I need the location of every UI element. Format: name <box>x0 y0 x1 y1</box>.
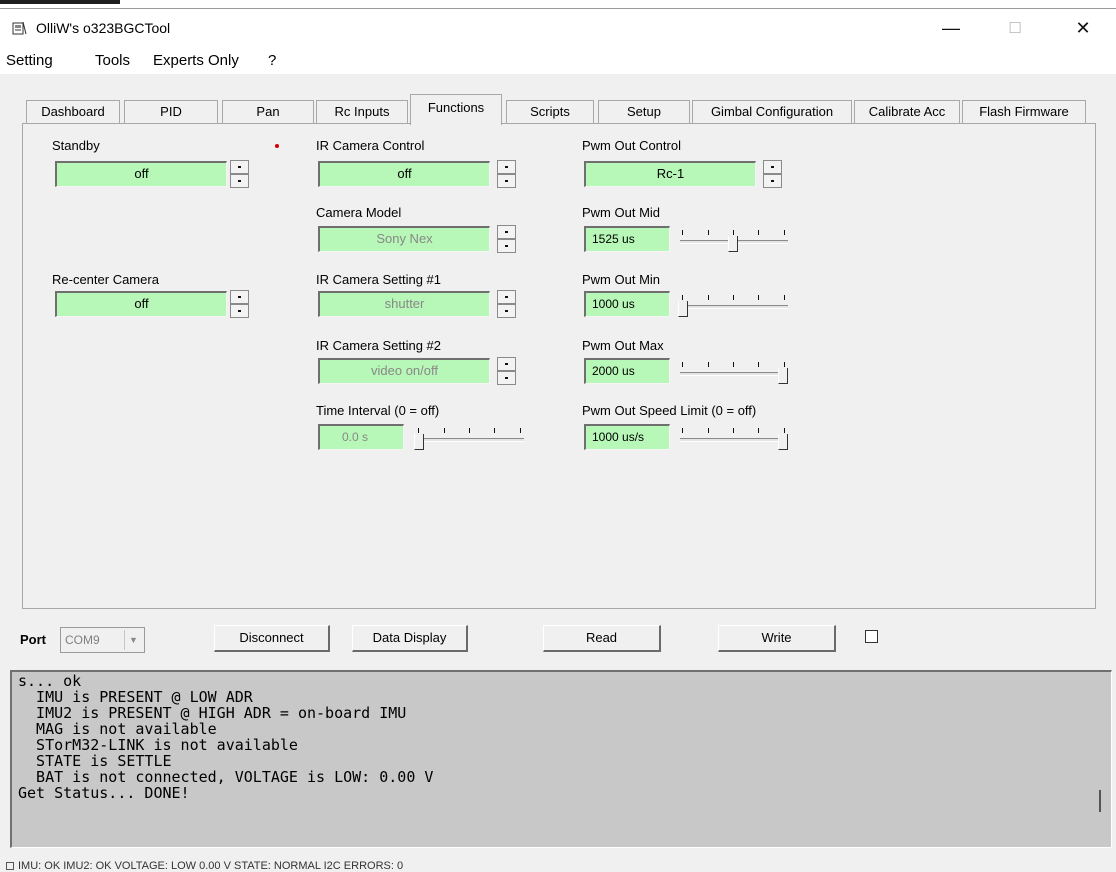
pwm-out-mid-slider-thumb[interactable] <box>728 236 738 252</box>
standby-spinner[interactable] <box>230 160 249 188</box>
console-line: STATE is SETTLE <box>18 752 172 770</box>
menu-tools[interactable]: Tools <box>95 52 130 69</box>
ir-camera-control-spinner[interactable] <box>497 160 516 188</box>
console-lines: s... ok IMU is PRESENT @ LOW ADR IMU2 is… <box>18 673 1111 801</box>
tab-flash-firmware[interactable]: Flash Firmware <box>962 100 1086 124</box>
recenter-spinner[interactable] <box>230 290 249 318</box>
tab-pid[interactable]: PID <box>124 100 218 124</box>
ir-setting1-field[interactable]: shutter <box>318 291 490 317</box>
ir-setting2-spinner[interactable] <box>497 357 516 385</box>
pwm-out-max-label: Pwm Out Max <box>582 338 664 353</box>
port-select[interactable]: COM9 ▼ <box>60 627 145 653</box>
status-bar: IMU: OK IMU2: OK VOLTAGE: LOW 0.00 V STA… <box>0 860 1116 872</box>
ir-setting1-spinner[interactable] <box>497 290 516 318</box>
status-text: IMU: OK IMU2: OK VOLTAGE: LOW 0.00 V STA… <box>18 860 404 872</box>
pwm-out-speed-slider-thumb[interactable] <box>778 434 788 450</box>
menu-help[interactable]: ? <box>268 52 276 69</box>
pwm-out-max-slider-thumb[interactable] <box>778 368 788 384</box>
console-line: IMU is PRESENT @ LOW ADR <box>18 688 253 706</box>
tab-dashboard[interactable]: Dashboard <box>26 100 120 124</box>
top-divider <box>0 8 1116 9</box>
console-line: Get Status... DONE! <box>18 784 190 802</box>
pwm-out-control-field[interactable]: Rc-1 <box>584 161 756 187</box>
menu-bar: Setting Tools Experts Only ? <box>0 46 1116 74</box>
client-area: Dashboard PID Pan Rc Inputs Functions Sc… <box>0 74 1116 872</box>
write-button[interactable]: Write <box>718 625 836 652</box>
pwm-out-max-slider[interactable] <box>678 360 790 386</box>
functions-panel <box>22 123 1096 609</box>
ir-setting2-field[interactable]: video on/off <box>318 358 490 384</box>
camera-model-spinner[interactable] <box>497 225 516 253</box>
console-line: MAG is not available <box>18 720 217 738</box>
data-display-button[interactable]: Data Display <box>352 625 468 652</box>
tab-rc-inputs[interactable]: Rc Inputs <box>316 100 408 124</box>
recenter-field[interactable]: off <box>55 291 227 317</box>
pwm-out-speed-field[interactable]: 1000 us/s <box>584 424 670 450</box>
top-strip <box>0 0 1116 10</box>
time-interval-label: Time Interval (0 = off) <box>316 403 440 418</box>
pwm-out-mid-label: Pwm Out Mid <box>582 205 661 220</box>
port-value: COM9 <box>65 633 100 647</box>
pwm-out-control-label: Pwm Out Control <box>582 138 681 153</box>
disconnect-button[interactable]: Disconnect <box>214 625 330 652</box>
close-button[interactable]: ✕ <box>1060 10 1106 46</box>
time-interval-slider[interactable] <box>414 426 526 452</box>
console-line: BAT is not connected, VOLTAGE is LOW: 0.… <box>18 768 434 786</box>
camera-model-field[interactable]: Sony Nex <box>318 226 490 252</box>
tab-pan[interactable]: Pan <box>222 100 314 124</box>
auto-write-checkbox[interactable] <box>865 630 878 643</box>
maximize-button[interactable]: ☐ <box>992 10 1038 46</box>
pwm-out-min-slider-thumb[interactable] <box>678 301 688 317</box>
pwm-out-max-field[interactable]: 2000 us <box>584 358 670 384</box>
app-icon <box>12 21 27 35</box>
console-caret <box>1099 790 1101 812</box>
title-bar: OlliW's o323BGCTool — ☐ ✕ <box>0 10 1116 46</box>
minimize-button[interactable]: — <box>928 10 974 46</box>
console-line: STorM32-LINK is not available <box>18 736 298 754</box>
ir-camera-control-label: IR Camera Control <box>316 138 425 153</box>
ir-setting2-label: IR Camera Setting #2 <box>316 338 442 353</box>
window-title: OlliW's o323BGCTool <box>36 20 171 36</box>
standby-field[interactable]: off <box>55 161 227 187</box>
console-output[interactable]: s... ok IMU is PRESENT @ LOW ADR IMU2 is… <box>10 670 1112 848</box>
status-indicator-icon <box>6 862 14 871</box>
read-button[interactable]: Read <box>543 625 661 652</box>
menu-experts-only[interactable]: Experts Only <box>153 52 239 69</box>
pwm-out-speed-slider[interactable] <box>678 426 790 452</box>
pwm-out-mid-field[interactable]: 1525 us <box>584 226 670 252</box>
console-line: IMU2 is PRESENT @ HIGH ADR = on-board IM… <box>18 704 407 722</box>
taskbar-fragment <box>0 0 120 4</box>
modified-indicator <box>275 144 279 148</box>
pwm-out-control-spinner[interactable] <box>763 160 782 188</box>
time-interval-field[interactable]: 0.0 s <box>318 424 404 450</box>
console-line: s... ok <box>18 672 82 690</box>
pwm-out-min-label: Pwm Out Min <box>582 272 661 287</box>
tab-calibrate-acc[interactable]: Calibrate Acc <box>854 100 960 124</box>
pwm-out-mid-slider[interactable] <box>678 228 790 254</box>
standby-label: Standby <box>52 138 100 153</box>
pwm-out-min-field[interactable]: 1000 us <box>584 291 670 317</box>
recenter-label: Re-center Camera <box>52 272 159 287</box>
tab-scripts[interactable]: Scripts <box>506 100 594 124</box>
ir-camera-control-field[interactable]: off <box>318 161 490 187</box>
pwm-out-min-slider[interactable] <box>678 293 790 319</box>
camera-model-label: Camera Model <box>316 205 402 220</box>
tab-setup[interactable]: Setup <box>598 100 690 124</box>
tab-gimbal-configuration[interactable]: Gimbal Configuration <box>692 100 852 124</box>
tab-functions[interactable]: Functions <box>410 94 502 125</box>
menu-setting[interactable]: Setting <box>6 52 53 69</box>
chevron-down-icon[interactable]: ▼ <box>124 630 142 650</box>
time-interval-slider-thumb[interactable] <box>414 434 424 450</box>
ir-setting1-label: IR Camera Setting #1 <box>316 272 442 287</box>
port-label: Port <box>20 632 46 647</box>
pwm-out-speed-label: Pwm Out Speed Limit (0 = off) <box>582 403 757 418</box>
